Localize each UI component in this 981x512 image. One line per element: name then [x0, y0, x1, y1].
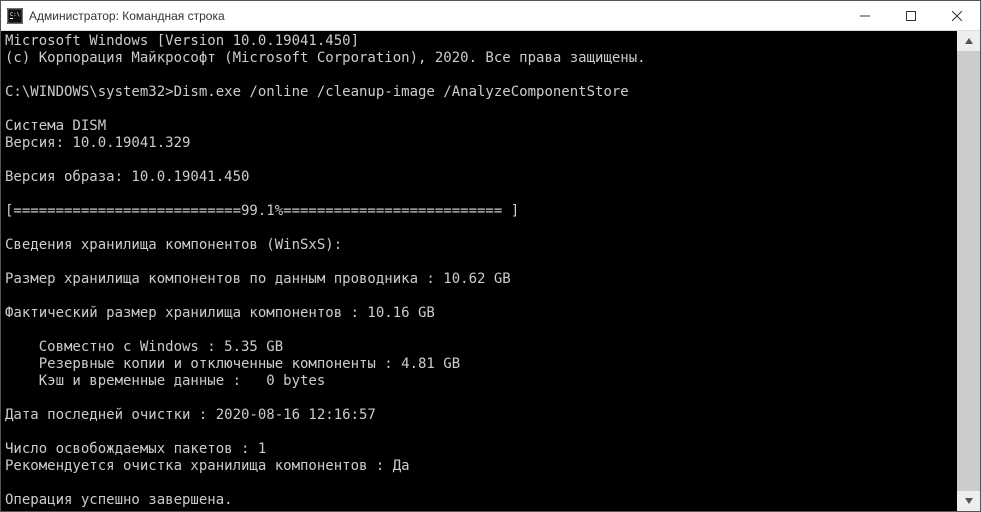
output-line: Размер хранилища компонентов по данным п… — [5, 271, 511, 287]
output-line: C:\WINDOWS\system32>Dism.exe /online /cl… — [5, 84, 629, 100]
output-line: Операция успешно завершена. — [5, 492, 233, 508]
window-title: Администратор: Командная строка — [29, 9, 225, 23]
output-line: Резервные копии и отключенные компоненты… — [5, 356, 460, 372]
output-line: Фактический размер хранилища компонентов… — [5, 305, 435, 321]
titlebar[interactable]: C:\ Администратор: Командная строка — [1, 1, 980, 31]
output-line: Число освобождаемых пакетов : 1 — [5, 441, 266, 457]
maximize-button[interactable] — [888, 1, 934, 30]
window-frame: C:\ Администратор: Командная строка Micr… — [0, 0, 981, 512]
vertical-scrollbar[interactable] — [957, 31, 980, 511]
output-line: (c) Корпорация Майкрософт (Microsoft Cor… — [5, 50, 646, 66]
scrollbar-thumb[interactable] — [957, 51, 980, 491]
scroll-down-button[interactable] — [957, 491, 980, 511]
titlebar-left: C:\ Администратор: Командная строка — [1, 8, 225, 24]
output-line: Дата последней очистки : 2020-08-16 12:1… — [5, 407, 376, 423]
terminal-area: Microsoft Windows [Version 10.0.19041.45… — [1, 31, 980, 511]
cmd-icon: C:\ — [7, 8, 23, 24]
output-line: Рекомендуется очистка хранилища компонен… — [5, 458, 410, 474]
scrollbar-track[interactable] — [957, 51, 980, 491]
output-line: Совместно с Windows : 5.35 GB — [5, 339, 283, 355]
output-line: Версия: 10.0.19041.329 — [5, 135, 190, 151]
output-line: Microsoft Windows [Version 10.0.19041.45… — [5, 33, 359, 49]
minimize-button[interactable] — [842, 1, 888, 30]
output-line: Кэш и временные данные : 0 bytes — [5, 373, 325, 389]
output-line: Версия образа: 10.0.19041.450 — [5, 169, 249, 185]
output-line: Сведения хранилища компонентов (WinSxS): — [5, 237, 342, 253]
svg-text:C:\: C:\ — [10, 12, 20, 18]
output-line: [===========================99.1%=======… — [5, 203, 519, 219]
scroll-up-button[interactable] — [957, 31, 980, 51]
close-button[interactable] — [934, 1, 980, 30]
terminal-output[interactable]: Microsoft Windows [Version 10.0.19041.45… — [1, 31, 957, 511]
window-controls — [842, 1, 980, 30]
output-line: Cистема DISM — [5, 118, 106, 134]
